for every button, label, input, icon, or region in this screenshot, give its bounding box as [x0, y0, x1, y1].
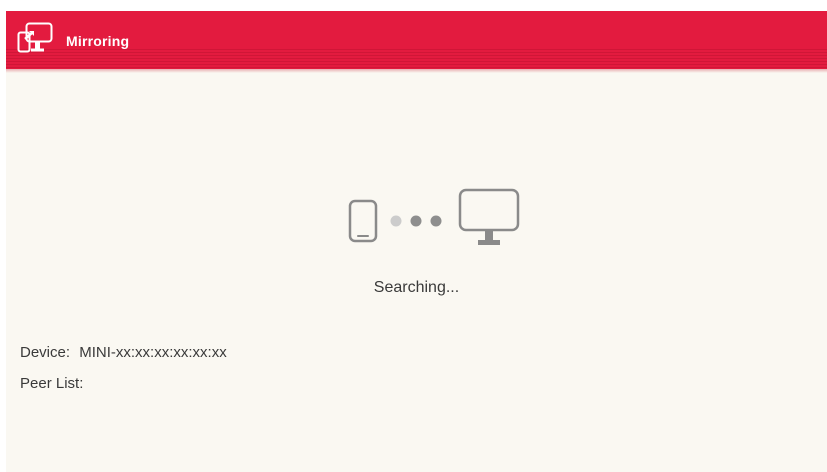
- title-bar-shadow: [6, 69, 827, 73]
- mirroring-screen: Mirroring Searching... Device: MINI-xx:x…: [6, 11, 827, 472]
- searching-graphic: [348, 188, 520, 245]
- peer-list-row: Peer List:: [20, 375, 83, 392]
- progress-dot: [430, 215, 442, 227]
- peer-list-label: Peer List:: [20, 375, 84, 392]
- progress-dot: [410, 215, 422, 227]
- screen-mirroring-icon: [17, 22, 53, 53]
- title-bar: Mirroring: [6, 11, 827, 69]
- page-title: Mirroring: [66, 33, 130, 49]
- status-text: Searching...: [373, 279, 460, 296]
- smartphone-icon: [348, 199, 378, 243]
- device-value: MINI-xx:xx:xx:xx:xx:xx: [79, 344, 227, 361]
- monitor-icon: [458, 188, 520, 245]
- progress-dot: [390, 215, 402, 227]
- device-label: Device:: [20, 344, 71, 361]
- device-row: Device: MINI-xx:xx:xx:xx:xx:xx: [20, 344, 227, 361]
